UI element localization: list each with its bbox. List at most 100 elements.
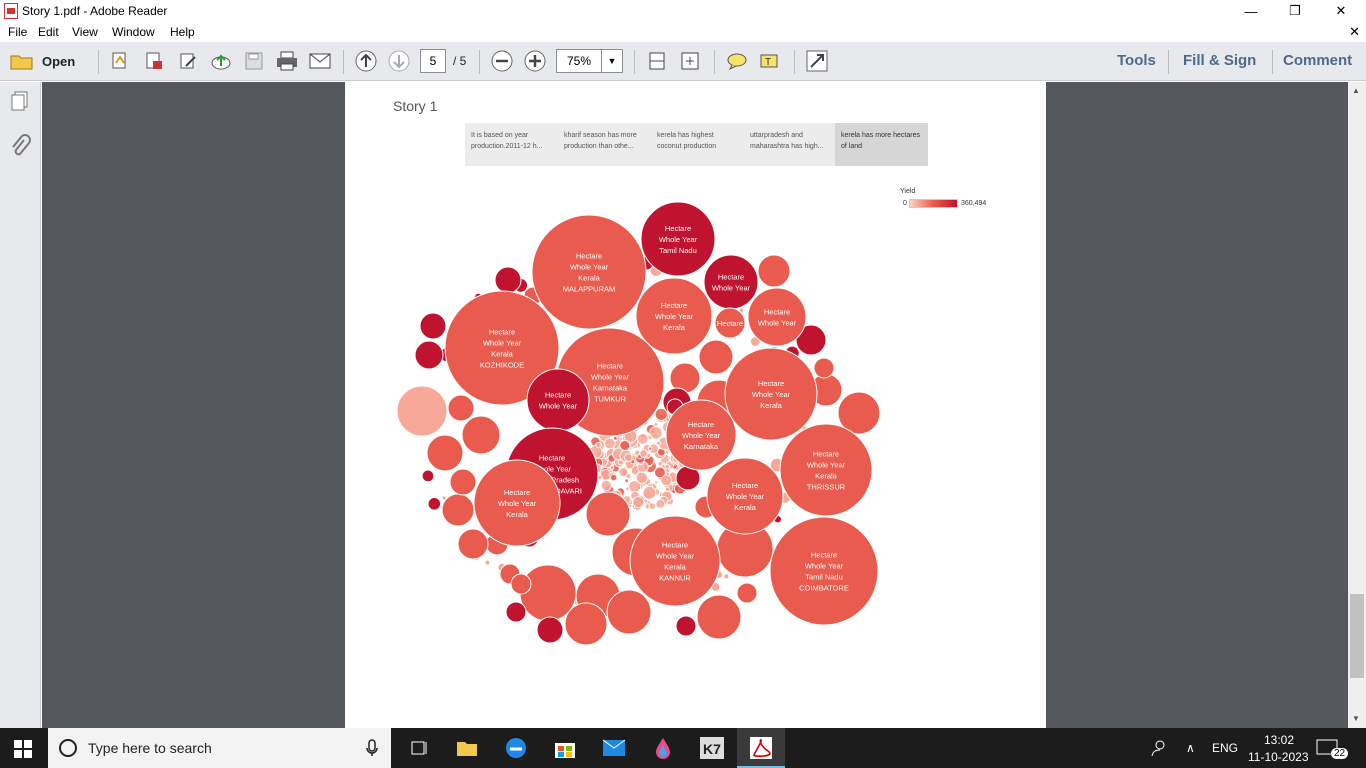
- fit-window-button[interactable]: [678, 50, 702, 72]
- chevron-up-icon[interactable]: ∧: [1186, 741, 1195, 755]
- fullscreen-button[interactable]: [805, 50, 829, 72]
- bubble[interactable]: [447, 394, 475, 422]
- bubble-labeled[interactable]: [526, 368, 590, 432]
- page-number-input[interactable]: [420, 49, 446, 73]
- bubble-mini[interactable]: [655, 499, 666, 509]
- create-pdf-button[interactable]: [108, 50, 132, 72]
- email-button[interactable]: [308, 50, 332, 72]
- bubble-labeled[interactable]: [629, 515, 721, 607]
- bubble[interactable]: [536, 616, 564, 644]
- taskbar-search-box[interactable]: Type here to search: [48, 728, 391, 768]
- next-page-button[interactable]: [387, 50, 411, 72]
- bubble[interactable]: [396, 385, 448, 437]
- bubble-small[interactable]: [484, 559, 491, 566]
- bubble[interactable]: [510, 573, 532, 595]
- people-button[interactable]: [1150, 740, 1168, 761]
- bubble-mini[interactable]: [637, 433, 649, 445]
- maximize-button[interactable]: ❐: [1272, 0, 1318, 22]
- menu-view[interactable]: View: [72, 25, 98, 39]
- close-button[interactable]: ✕: [1318, 0, 1364, 22]
- menu-help[interactable]: Help: [170, 25, 195, 39]
- bubble[interactable]: [519, 564, 577, 622]
- task-view-button[interactable]: [410, 738, 430, 763]
- bubble-labeled[interactable]: [779, 423, 873, 517]
- bubble-mini[interactable]: [642, 485, 657, 500]
- highlight-button[interactable]: T: [758, 50, 782, 72]
- close-document-icon[interactable]: ✕: [1349, 24, 1360, 40]
- bubble-mini[interactable]: [648, 502, 656, 510]
- bubble-mini[interactable]: [664, 486, 671, 492]
- bubble[interactable]: [449, 468, 477, 496]
- microphone-icon[interactable]: [366, 739, 378, 757]
- page-thumbnails-button[interactable]: [9, 90, 31, 117]
- edge-button[interactable]: [505, 737, 527, 764]
- bubble[interactable]: [441, 493, 475, 527]
- bubble-small[interactable]: [421, 469, 435, 483]
- bubble[interactable]: [505, 601, 527, 623]
- bubble-mini[interactable]: [654, 480, 659, 485]
- bubble-mini[interactable]: [623, 453, 633, 462]
- bubble-mini[interactable]: [657, 461, 664, 467]
- menu-edit[interactable]: Edit: [38, 25, 59, 39]
- bubble[interactable]: [419, 312, 447, 340]
- bubble-mini[interactable]: [643, 498, 649, 504]
- paint-app-button[interactable]: [652, 737, 674, 764]
- clock-date[interactable]: 11-10-2023: [1248, 750, 1309, 764]
- scrollbar-thumb[interactable]: [1350, 594, 1364, 678]
- scroll-up-icon[interactable]: ▲: [1352, 86, 1360, 95]
- menu-file[interactable]: File: [8, 25, 27, 39]
- start-button[interactable]: [14, 740, 32, 763]
- zoom-in-button[interactable]: [523, 50, 547, 72]
- adobe-reader-taskbar-button[interactable]: [737, 728, 785, 768]
- bubble-mini[interactable]: [609, 473, 618, 482]
- export-pdf-button[interactable]: [142, 50, 166, 72]
- bubble[interactable]: [494, 266, 522, 294]
- store-button[interactable]: [554, 737, 576, 764]
- bubble[interactable]: [606, 589, 652, 635]
- sticky-note-button[interactable]: [725, 50, 749, 72]
- language-indicator[interactable]: ENG: [1212, 741, 1238, 755]
- bubble-small[interactable]: [427, 496, 442, 511]
- bubble-mini[interactable]: [639, 449, 648, 458]
- bubble[interactable]: [813, 357, 835, 379]
- scroll-down-icon[interactable]: ▼: [1352, 714, 1360, 723]
- zoom-out-button[interactable]: [490, 50, 514, 72]
- bubble[interactable]: [736, 582, 758, 604]
- attachments-button[interactable]: [9, 134, 31, 163]
- bubble-mini[interactable]: [624, 478, 630, 484]
- file-explorer-button[interactable]: [456, 738, 478, 763]
- bubble[interactable]: [698, 339, 734, 375]
- bubble-labeled[interactable]: [769, 516, 879, 626]
- bubble-mini[interactable]: [603, 437, 616, 450]
- bubble-mini[interactable]: [635, 471, 649, 485]
- comment-link[interactable]: Comment: [1283, 52, 1352, 69]
- bubble-mini[interactable]: [619, 439, 631, 451]
- bubble-mini[interactable]: [649, 426, 663, 440]
- bubble-labeled[interactable]: [703, 254, 759, 310]
- bubble[interactable]: [414, 340, 444, 370]
- zoom-dropdown-button[interactable]: ▼: [601, 49, 623, 73]
- save-button[interactable]: [242, 50, 266, 72]
- bubble[interactable]: [461, 415, 501, 455]
- previous-page-button[interactable]: [354, 50, 378, 72]
- clock-time[interactable]: 13:02: [1264, 733, 1294, 747]
- minimize-button[interactable]: —: [1228, 0, 1274, 22]
- fit-width-button[interactable]: [645, 50, 669, 72]
- open-button[interactable]: Open: [10, 50, 92, 72]
- bubble-mini[interactable]: [656, 440, 662, 446]
- upload-button[interactable]: [209, 50, 233, 72]
- bubble-mini[interactable]: [618, 467, 629, 478]
- k7-app-button[interactable]: K7: [700, 737, 724, 764]
- vertical-scrollbar[interactable]: ▲ ▼: [1348, 82, 1366, 728]
- bubble-mini[interactable]: [625, 486, 630, 492]
- bubble-mini[interactable]: [653, 466, 666, 479]
- bubble-mini[interactable]: [664, 463, 670, 470]
- bubble-mini[interactable]: [632, 496, 645, 509]
- bubble-small[interactable]: [723, 573, 730, 580]
- bubble[interactable]: [696, 594, 742, 640]
- edit-pdf-button[interactable]: [176, 50, 200, 72]
- bubble[interactable]: [457, 528, 489, 560]
- bubble[interactable]: [426, 434, 464, 472]
- bubble-mini[interactable]: [595, 441, 602, 449]
- bubble-labeled[interactable]: [531, 214, 647, 330]
